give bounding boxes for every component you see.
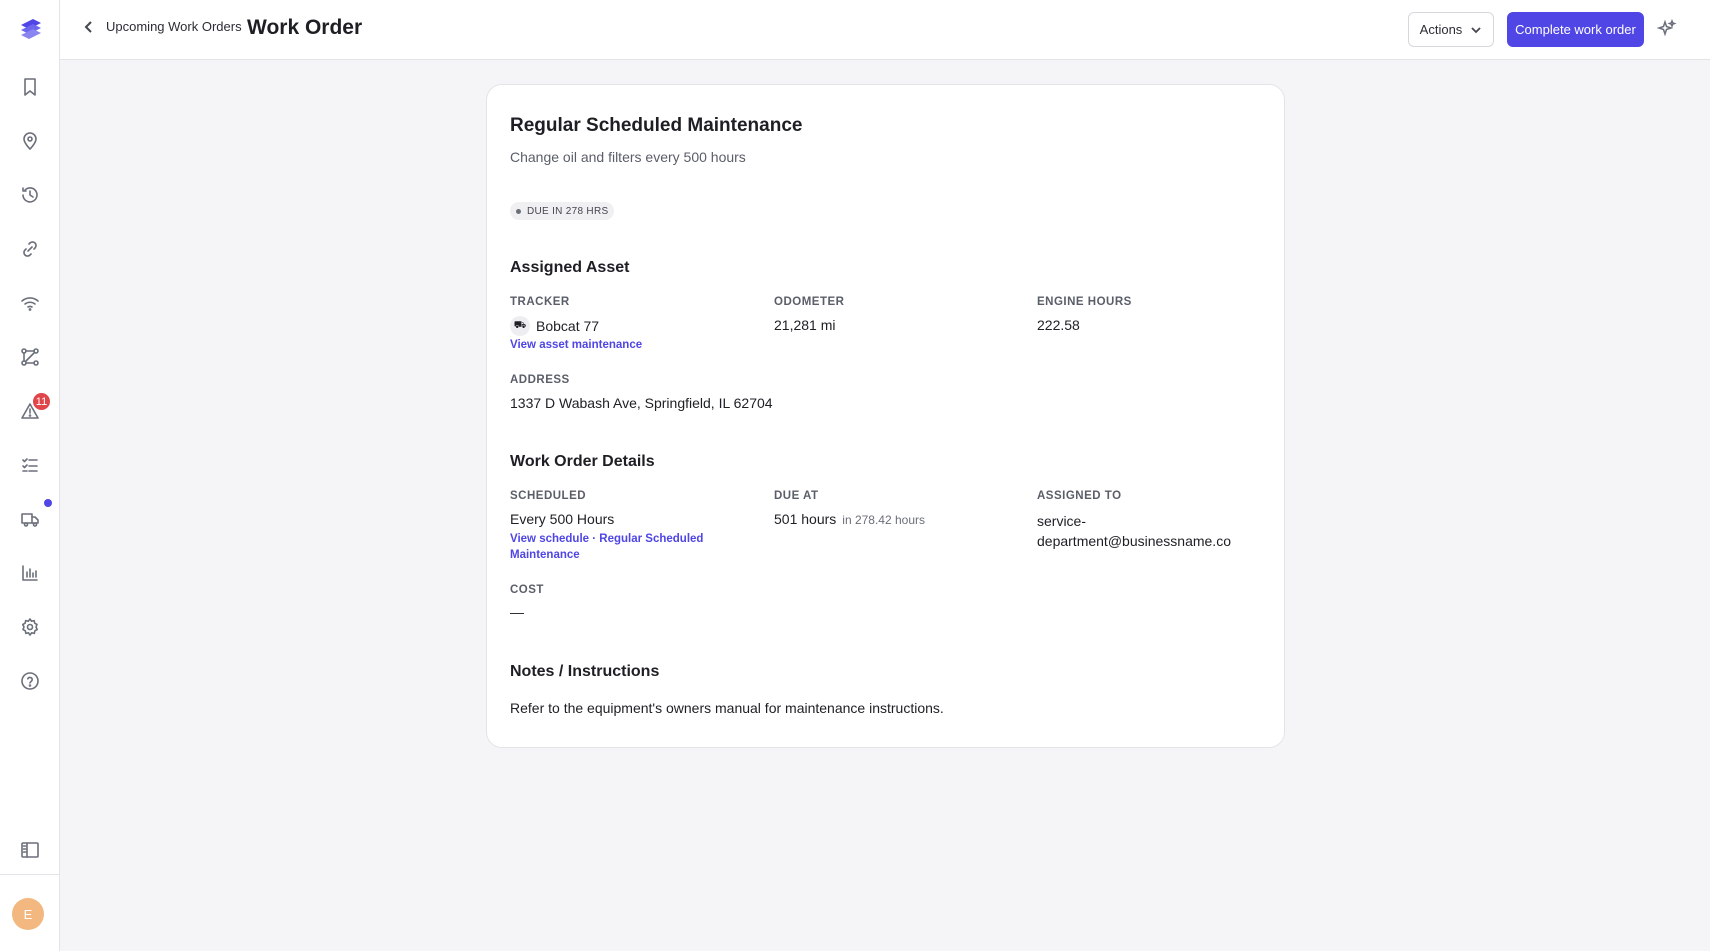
page-title: Work Order [247,16,363,39]
checklist-icon[interactable] [18,453,42,477]
notes-heading: Notes / Instructions [510,663,660,680]
notification-dot [44,499,52,507]
status-text: DUE IN 278 HRS [527,205,609,217]
truck-icon[interactable] [18,507,42,531]
complete-work-order-button[interactable]: Complete work order [1507,12,1644,47]
link-icon[interactable] [18,237,42,261]
view-asset-maintenance-link[interactable]: View asset maintenance [510,337,642,353]
work-order-details-heading: Work Order Details [510,453,655,470]
status-dot [516,208,521,214]
alert-count-badge: 11 [31,391,52,412]
due-at-label: DUE AT [774,490,819,502]
scheduled-label: SCHEDULED [510,490,587,502]
tracker-icon: ⛟ [510,316,530,336]
app-logo-icon[interactable] [17,15,45,43]
tracker-value: ⛟ Bobcat 77 [510,316,599,336]
due-at-remaining: in 278.42 hours [842,513,926,527]
cost-label: COST [510,584,544,596]
chart-icon[interactable] [18,561,42,585]
actions-label: Actions [1419,22,1463,37]
notes-text: Refer to the equipment's owners manual f… [510,700,944,716]
work-order-subtitle: Change oil and filters every 500 hours [510,149,746,165]
top-header: Upcoming Work Orders Work Order Actions … [60,0,1710,60]
view-schedule-link-line1: View schedule · Regular Scheduled [510,533,704,545]
view-schedule-link[interactable]: View schedule · Regular Scheduled Mainte… [510,531,703,563]
work-order-card: Regular Scheduled Maintenance Change oil… [486,84,1285,748]
scheduled-value: Every 500 Hours [510,511,615,527]
back-link[interactable]: Upcoming Work Orders [82,19,242,34]
address-value: 1337 D Wabash Ave, Springfield, IL 62704 [510,395,773,411]
actions-dropdown-button[interactable]: Actions [1408,12,1494,47]
cost-value: — [510,604,524,620]
bookmark-icon[interactable] [18,75,42,99]
due-at-hours: 501 hours [774,511,837,527]
tracker-name: Bobcat 77 [536,318,600,334]
help-icon[interactable] [18,669,42,693]
sidebar: 11 E [0,0,60,951]
engine-hours-label: ENGINE HOURS [1037,296,1132,308]
chevron-left-icon [84,20,92,33]
assigned-to-line2: department@businessname.co [1037,533,1231,549]
work-order-title: Regular Scheduled Maintenance [510,115,803,136]
due-at-value: 501 hours in 278.42 hours [774,511,925,527]
tracker-label: TRACKER [510,296,570,308]
avatar[interactable]: E [12,898,44,930]
history-icon[interactable] [18,183,42,207]
sparkle-icon[interactable] [1656,18,1679,41]
assigned-to-value: service- department@businessname.co [1037,511,1231,551]
assigned-asset-heading: Assigned Asset [510,259,630,276]
route-icon[interactable] [18,345,42,369]
assigned-to-label: ASSIGNED TO [1037,490,1122,502]
odometer-value: 21,281 mi [774,317,836,333]
location-pin-icon[interactable] [18,129,42,153]
engine-hours-value: 222.58 [1037,317,1080,333]
view-schedule-link-line2: Maintenance [510,549,580,561]
sidebar-toggle-icon[interactable] [18,838,42,862]
sidebar-divider [0,874,60,875]
gear-icon[interactable] [18,615,42,639]
chevron-down-icon [1471,26,1481,33]
address-label: ADDRESS [510,374,570,386]
odometer-label: ODOMETER [774,296,845,308]
breadcrumb-label: Upcoming Work Orders [106,19,242,34]
status-badge: DUE IN 278 HRS [510,202,615,220]
assigned-to-line1: service- [1037,513,1087,529]
wifi-icon[interactable] [18,291,42,315]
